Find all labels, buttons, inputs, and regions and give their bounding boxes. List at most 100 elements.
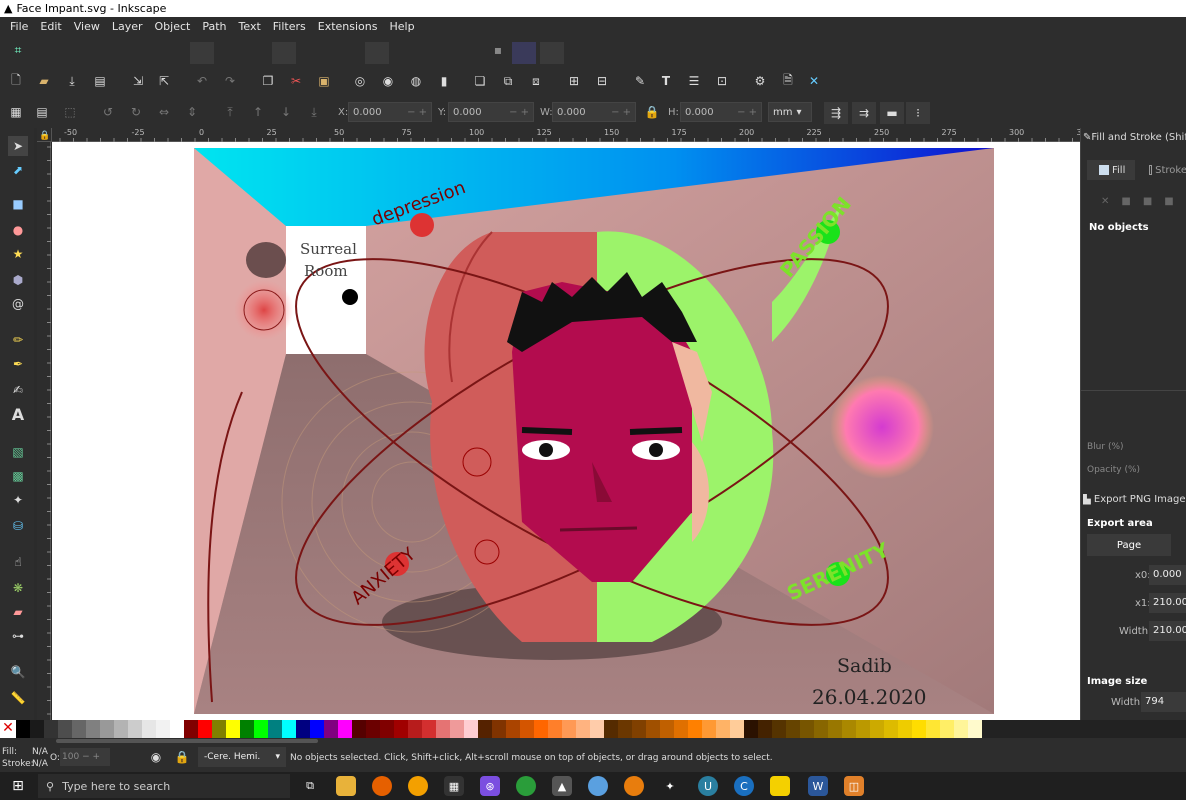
text-tool-icon[interactable]: A [10,405,26,424]
palette-swatch[interactable] [310,720,324,738]
print-icon[interactable]: ▤ [92,73,108,89]
export-header[interactable]: ▙ Export PNG Image (Shift+Ctrl+E) [1083,494,1186,510]
vertical-ruler[interactable] [37,142,51,720]
palette-swatch[interactable] [198,720,212,738]
pencil-tool-icon[interactable]: ✏ [10,332,26,348]
firefox-icon[interactable] [372,776,392,796]
paint-flat-icon[interactable]: ■ [1121,196,1130,207]
app-gradient-icon[interactable] [588,776,608,796]
palette-swatch[interactable] [478,720,492,738]
lower-to-bottom-icon[interactable]: ⤓ [306,104,322,120]
tab-fill[interactable]: Fill [1087,160,1135,180]
palette-swatch[interactable] [422,720,436,738]
palette-swatch[interactable] [450,720,464,738]
file-explorer-icon[interactable] [336,776,356,796]
menu-object[interactable]: Object [149,20,197,33]
palette-swatch[interactable] [954,720,968,738]
palette-swatch[interactable] [100,720,114,738]
h-input[interactable]: 0.000 − + [680,102,762,122]
x1-input[interactable]: 210.000 [1149,593,1186,613]
palette-swatch[interactable] [842,720,856,738]
palette-swatch[interactable] [212,720,226,738]
palette-swatch[interactable] [590,720,604,738]
no-paint-swatch[interactable]: ✕ [0,720,16,738]
palette-swatch[interactable] [674,720,688,738]
snap-nodes-icon[interactable] [272,42,296,64]
palette-swatch[interactable] [254,720,268,738]
lock-ratio-icon[interactable]: 🔒 [644,104,660,120]
palette-swatch[interactable] [968,720,982,738]
h-stepper[interactable]: − + [737,107,761,118]
palette-swatch[interactable] [688,720,702,738]
zoom-page-icon[interactable]: ◍ [408,73,424,89]
node-tool-icon[interactable]: ⬈ [10,162,26,178]
palette-swatch[interactable] [548,720,562,738]
palette-swatch[interactable] [170,720,184,738]
palette-swatch[interactable] [562,720,576,738]
palette-swatch[interactable] [520,720,534,738]
menu-path[interactable]: Path [196,20,232,33]
palette-swatch[interactable] [758,720,772,738]
zoom-selection-icon[interactable]: ◎ [352,73,368,89]
palette-swatch[interactable] [30,720,44,738]
palette-swatch[interactable] [912,720,926,738]
x-stepper[interactable]: − + [407,107,431,118]
snap-page-icon[interactable]: ▪ [490,42,506,58]
palette-swatch[interactable] [828,720,842,738]
scale-stroke-icon[interactable]: ⇶ [824,102,848,124]
fill-stroke-icon[interactable]: ✎ [632,73,648,89]
palette-swatch[interactable] [142,720,156,738]
palette-swatch[interactable] [394,720,408,738]
move-gradients-icon[interactable]: ▬ [880,102,904,124]
new-document-icon[interactable]: 🗋 [8,73,24,89]
text-font-icon[interactable]: T [658,73,674,89]
word-icon[interactable]: W [808,776,828,796]
menu-view[interactable]: View [68,20,106,33]
taskbar-search-box[interactable]: ⚲ Type here to search [38,774,290,798]
palette-swatch[interactable] [744,720,758,738]
visibility-eye-icon[interactable]: ◉ [148,749,164,765]
palette-swatch[interactable] [72,720,86,738]
palette-swatch[interactable] [940,720,954,738]
inkscape-taskbar-icon[interactable]: ▲ [552,776,572,796]
palette-swatch[interactable] [240,720,254,738]
rectangle-tool-icon[interactable]: ■ [10,196,26,212]
blender-icon[interactable] [624,776,644,796]
horizontal-ruler[interactable]: -50 -25 0 25 50 75 100 125 150 175 200 225 250 275 300… [52,128,1092,142]
palette-swatch[interactable] [464,720,478,738]
layer-lock-icon[interactable]: 🔒 [174,749,190,765]
raise-to-top-icon[interactable]: ⤒ [222,104,238,120]
copy-icon[interactable]: ❐ [260,73,276,89]
align-distribute-icon[interactable]: ⊡ [714,73,730,89]
palette-swatch[interactable] [44,720,58,738]
task-view-icon[interactable]: ⧉ [300,776,320,796]
zoom-tool-icon[interactable]: 🔍 [10,664,26,680]
spray-tool-icon[interactable]: ❋ [10,580,26,596]
palette-swatch[interactable] [282,720,296,738]
unlink-clone-icon[interactable]: ⧈ [528,73,544,89]
palette-swatch[interactable] [814,720,828,738]
width-input[interactable]: 210.000 [1149,621,1186,641]
paint-radial-icon[interactable]: ■ [1164,196,1173,207]
save-icon[interactable]: ⤓ [64,73,80,89]
export-icon[interactable]: ⇱ [156,73,172,89]
menu-extensions[interactable]: Extensions [312,20,384,33]
paint-none-icon[interactable]: ✕ [1101,196,1109,207]
palette-swatch[interactable] [296,720,310,738]
snap-grid-icon[interactable] [512,42,536,64]
zoom-drawing-icon[interactable]: ◉ [380,73,396,89]
rotate-cw-icon[interactable]: ↻ [128,104,144,120]
snap-bbox-icon[interactable] [190,42,214,64]
lower-icon[interactable]: ↓ [278,104,294,120]
drawing-canvas[interactable]: Surreal Room depression PASSION SERENITY… [52,142,1080,720]
palette-swatch[interactable] [408,720,422,738]
snap-path-icon[interactable] [365,42,389,64]
palette-swatch[interactable] [58,720,72,738]
spiral-tool-icon[interactable]: @ [10,296,26,312]
palette-swatch[interactable] [338,720,352,738]
palette-swatch[interactable] [492,720,506,738]
palette-swatch[interactable] [16,720,30,738]
palette-swatch[interactable] [226,720,240,738]
menu-help[interactable]: Help [383,20,420,33]
preferences-icon[interactable]: 🗎 [780,73,796,89]
